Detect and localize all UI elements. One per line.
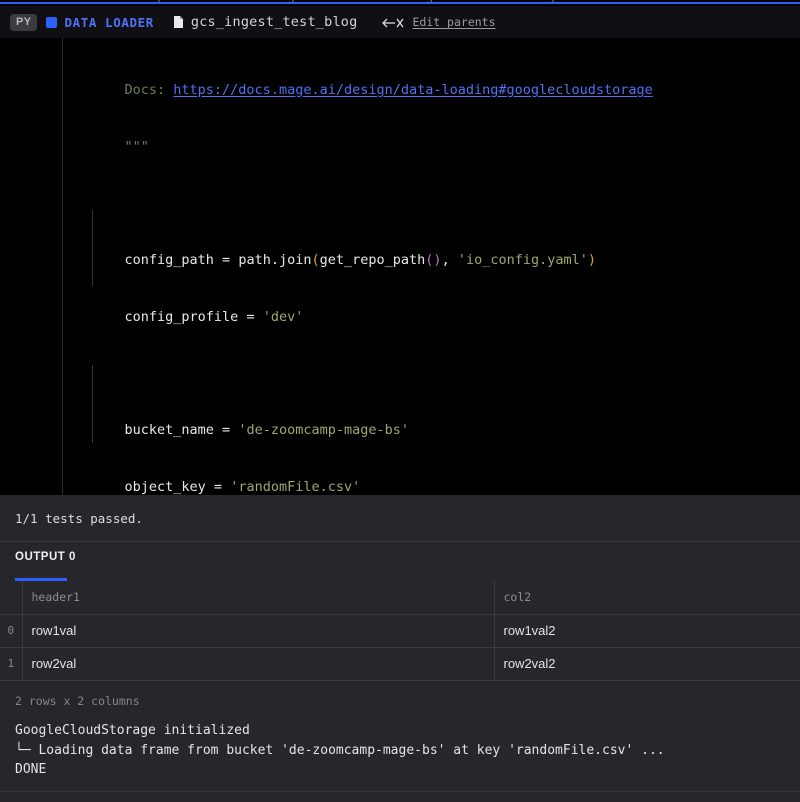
output-data-table[interactable]: header1 col2 0 row1val row1val2 1 row2va… [0, 581, 800, 681]
language-badge[interactable]: PY [10, 13, 38, 31]
table-cell: row1val [22, 614, 495, 648]
table-cell: row2val [22, 647, 495, 681]
arrow-x-icon [382, 16, 404, 28]
footer-divider [0, 791, 800, 792]
tab-output-0[interactable]: OUTPUT 0 [15, 551, 76, 563]
column-header-2[interactable]: col2 [494, 581, 800, 615]
code-line: Docs: https://docs.mage.ai/design/data-l… [92, 81, 653, 98]
code-line: object_key = 'randomFile.csv' [92, 478, 361, 495]
block-type-label: DATA LOADER [64, 14, 154, 30]
file-icon [173, 15, 184, 29]
index-column-header [0, 581, 23, 615]
table-cell: row1val2 [494, 614, 800, 648]
code-line: """ [92, 138, 149, 155]
block-name: gcs_ingest_test_blog [190, 14, 358, 30]
log-line: DONE [15, 762, 47, 777]
test-result-bar: 1/1 tests passed. [0, 495, 800, 542]
code-line: config_profile = 'dev' [92, 308, 304, 325]
log-line: GoogleCloudStorage initialized [15, 723, 250, 738]
table-row[interactable]: 0 row1val row1val2 [0, 614, 800, 648]
code-line: bucket_name = 'de-zoomcamp-mage-bs' [92, 422, 410, 439]
edit-parents-link[interactable]: Edit parents [412, 15, 495, 29]
code-text: Docs: https://docs.mage.ai/design/data-l… [0, 43, 800, 495]
dataframe-shape-text: 2 rows x 2 columns [15, 694, 140, 708]
table-row[interactable]: 1 row2val row2val2 [0, 647, 800, 681]
code-line: config_path = path.join(get_repo_path(),… [92, 251, 597, 268]
row-index: 1 [0, 647, 23, 681]
block-top-border [0, 2, 800, 4]
block-header-bar: PY DATA LOADER gcs_ingest_test_blog Edit… [0, 6, 800, 38]
log-line: └─ Loading data frame from bucket 'de-zo… [15, 742, 665, 758]
table-cell: row2val2 [494, 647, 800, 681]
code-editor[interactable]: Docs: https://docs.mage.ai/design/data-l… [0, 38, 800, 495]
column-header-1[interactable]: header1 [22, 581, 495, 615]
edit-parents-group[interactable]: Edit parents [382, 15, 496, 29]
row-index: 0 [0, 614, 23, 648]
output-tab-strip: OUTPUT 0 [0, 542, 800, 581]
block-type[interactable]: DATA LOADER [46, 15, 153, 30]
log-output: 2 rows x 2 columns GoogleCloudStorage in… [0, 681, 800, 802]
block-type-color-swatch [46, 16, 58, 28]
table-header-row: header1 col2 [0, 581, 800, 615]
block-name-group[interactable]: gcs_ingest_test_blog [173, 14, 358, 30]
test-result-text: 1/1 tests passed. [15, 510, 143, 526]
mage-block-panel: """ Template for loading data from a Goo… [0, 0, 800, 802]
docs-link[interactable]: https://docs.mage.ai/design/data-loading… [173, 82, 653, 98]
